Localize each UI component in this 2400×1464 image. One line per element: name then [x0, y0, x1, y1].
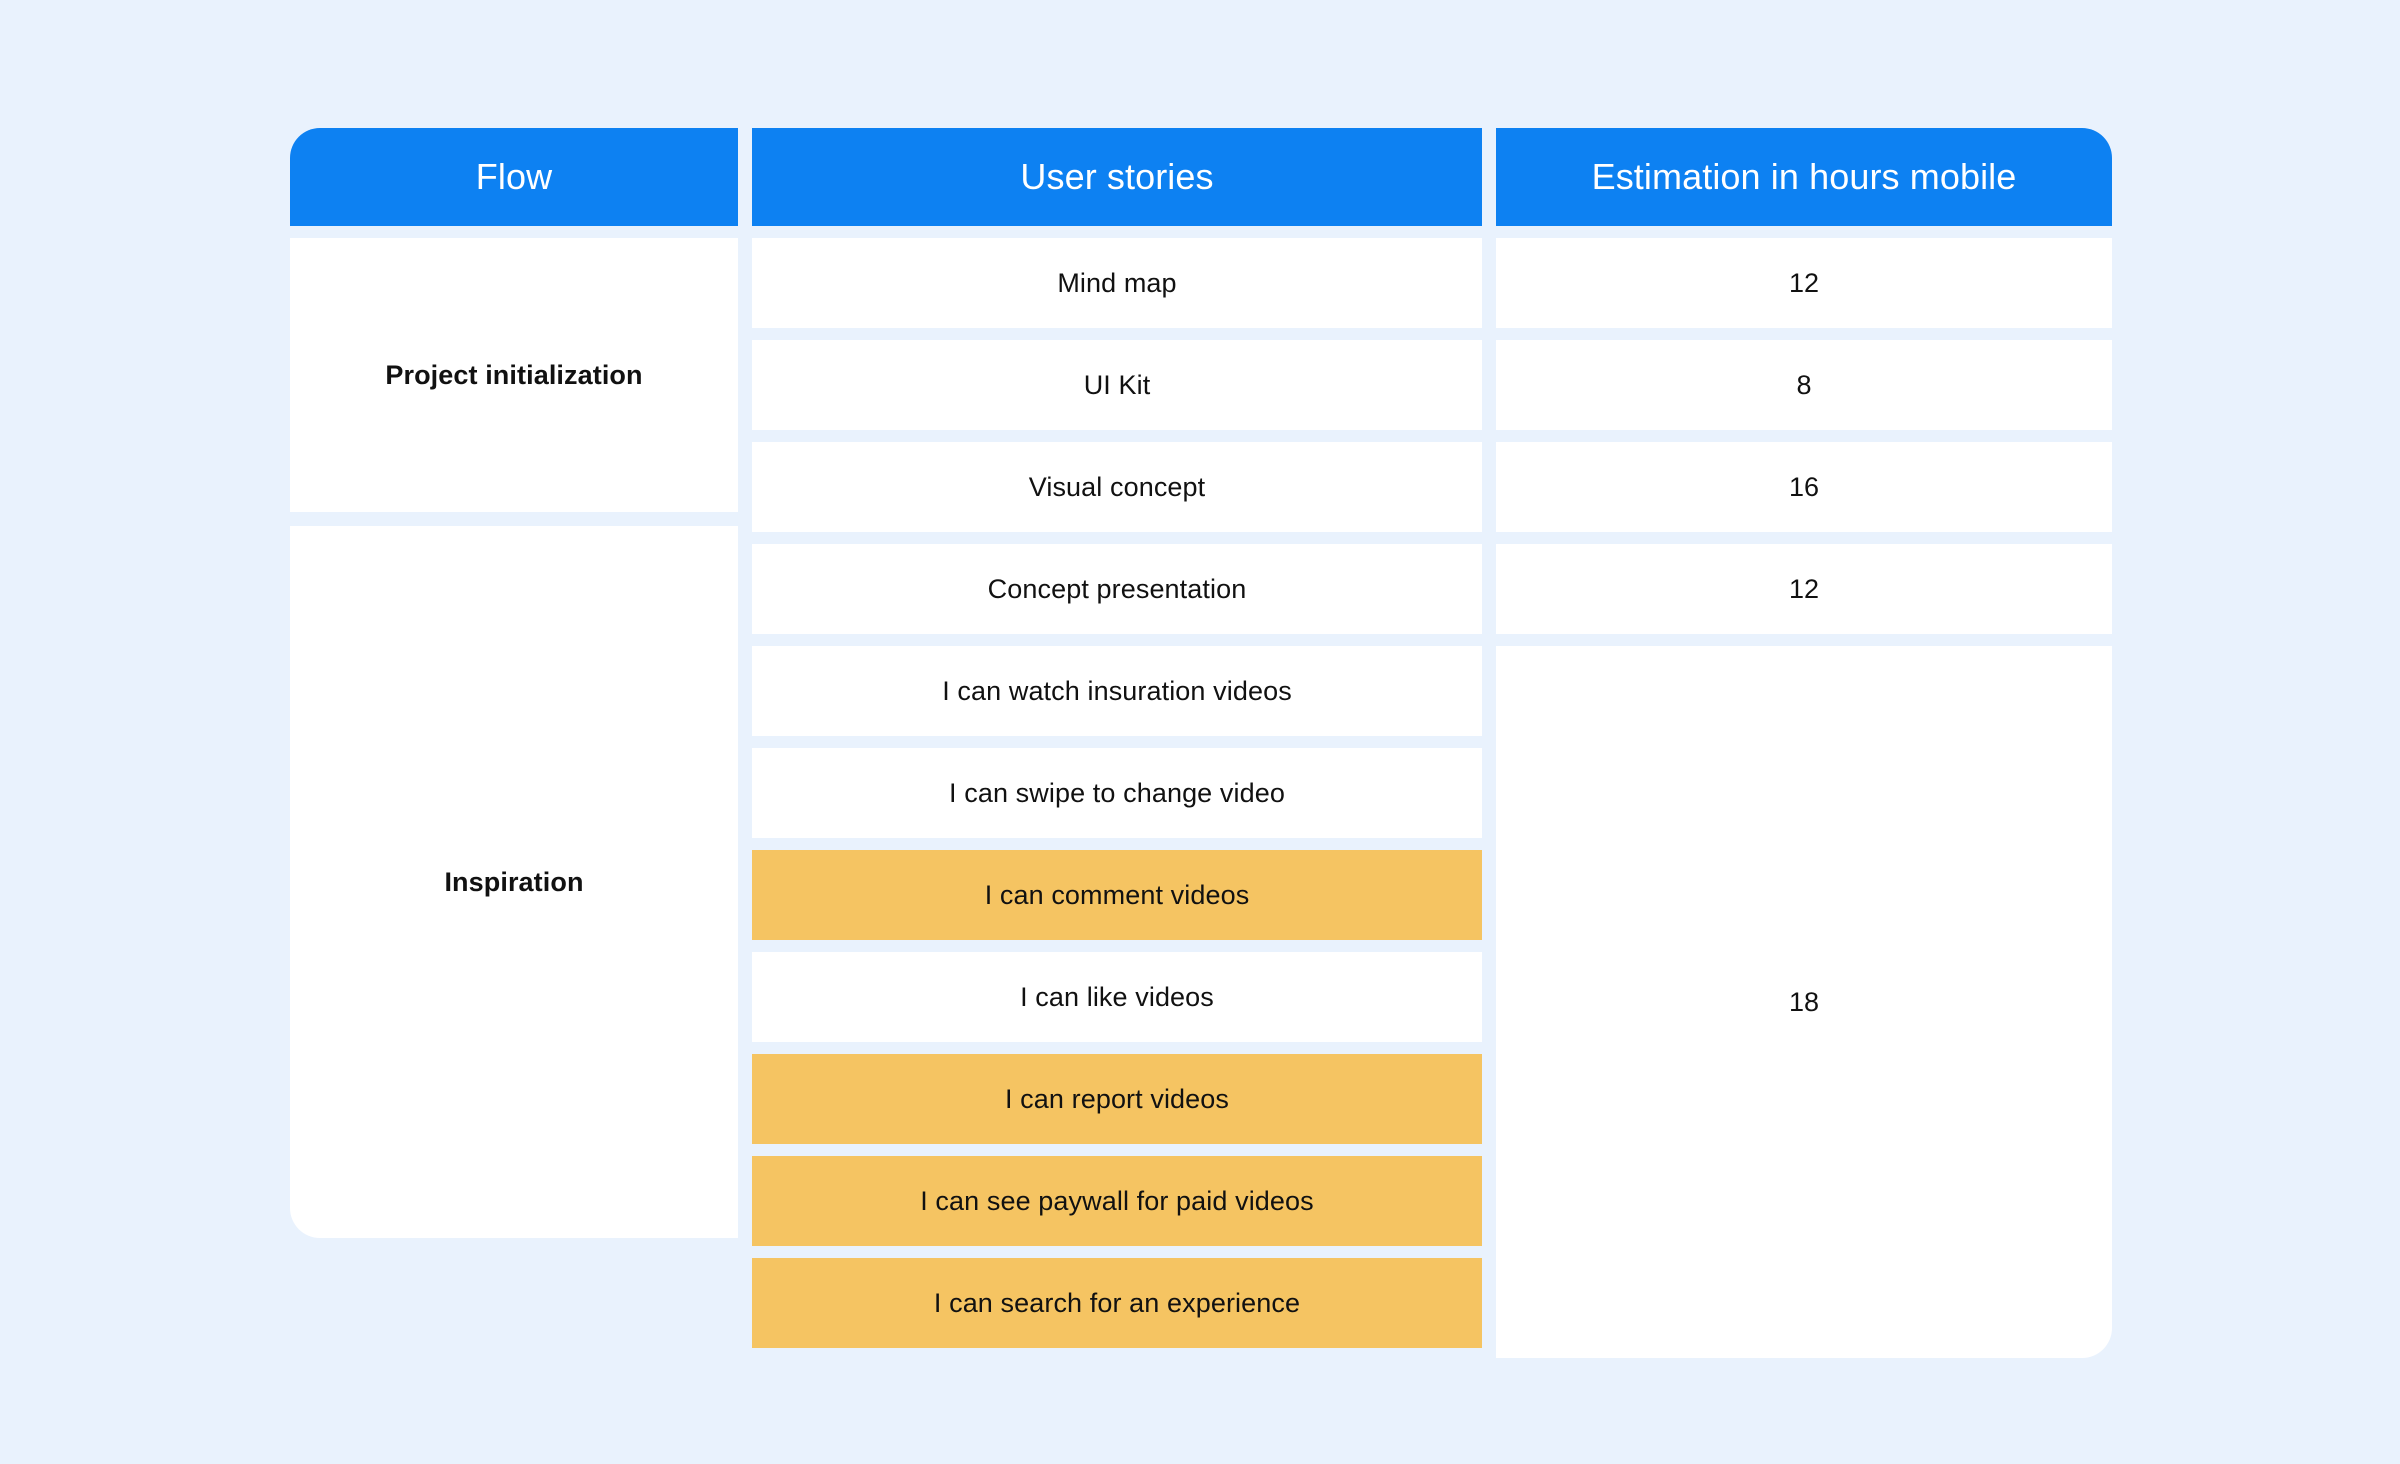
column-header-flow[interactable]: Flow — [290, 128, 738, 226]
list-item[interactable]: I can watch insuration videos — [752, 646, 1482, 736]
flow-group-label-inspiration: Inspiration — [290, 526, 738, 1238]
estimation-table: Flow User stories Estimation in hours mo… — [290, 128, 2112, 1358]
user-stories-column: Mind map UI Kit Visual concept Concept p… — [752, 238, 1482, 1358]
column-header-user-stories[interactable]: User stories — [752, 128, 1482, 226]
list-item[interactable]: I can swipe to change video — [752, 748, 1482, 838]
estimation-value: 8 — [1496, 340, 2112, 430]
estimation-value-merged: 18 — [1496, 646, 2112, 1358]
flow-column: Project initialization Inspiration — [290, 238, 738, 1358]
list-item[interactable]: Concept presentation — [752, 544, 1482, 634]
list-item-highlighted[interactable]: I can search for an experience — [752, 1258, 1482, 1348]
list-item[interactable]: UI Kit — [752, 340, 1482, 430]
list-item[interactable]: I can like videos — [752, 952, 1482, 1042]
list-item-highlighted[interactable]: I can comment videos — [752, 850, 1482, 940]
list-item-highlighted[interactable]: I can report videos — [752, 1054, 1482, 1144]
estimation-value: 12 — [1496, 238, 2112, 328]
list-item-highlighted[interactable]: I can see paywall for paid videos — [752, 1156, 1482, 1246]
estimation-value: 16 — [1496, 442, 2112, 532]
list-item[interactable]: Mind map — [752, 238, 1482, 328]
flow-group-label-project-initialization: Project initialization — [290, 238, 738, 512]
table-body: Project initialization Inspiration Mind … — [290, 238, 2112, 1358]
list-item[interactable]: Visual concept — [752, 442, 1482, 532]
estimation-column: 12 8 16 12 18 — [1496, 238, 2112, 1358]
estimation-value: 12 — [1496, 544, 2112, 634]
column-header-estimation[interactable]: Estimation in hours mobile — [1496, 128, 2112, 226]
table-header-row: Flow User stories Estimation in hours mo… — [290, 128, 2112, 226]
